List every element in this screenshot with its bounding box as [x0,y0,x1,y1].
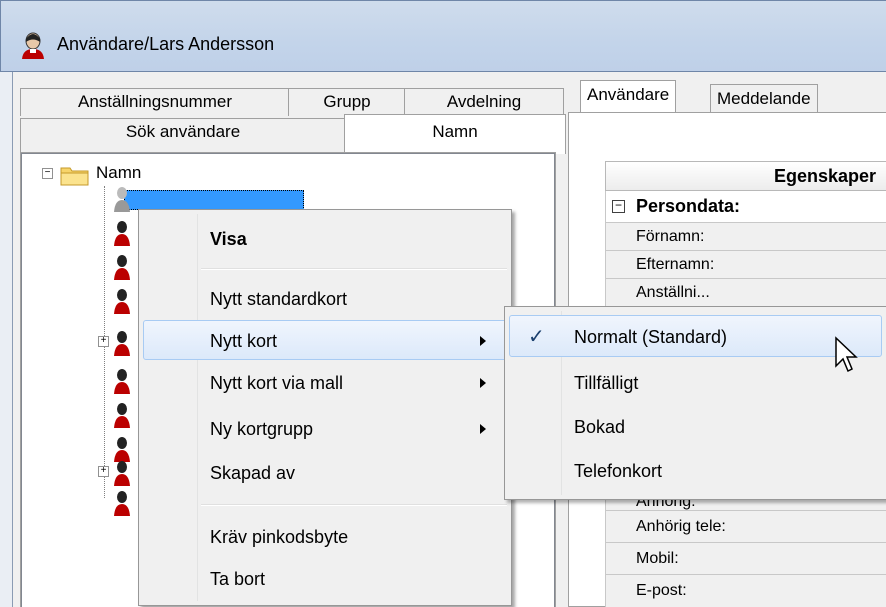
submenu-item-telefonkort[interactable]: Telefonkort [509,449,882,491]
group-label: Persondata: [636,196,741,216]
menu-item-ta-bort[interactable]: Ta bort [143,558,507,598]
tab-label: Meddelande [717,89,811,108]
menu-item-nytt-kort-via-mall[interactable]: Nytt kort via mall [143,362,507,402]
tab-label: Avdelning [446,92,522,111]
collapse-toggle[interactable]: − [42,168,53,179]
expand-toggle[interactable]: + [98,466,109,477]
tab-label: Användare [587,85,670,104]
menu-item-label: Ny kortgrupp [210,419,314,439]
submenu-arrow-icon [480,378,486,388]
check-icon: ✓ [528,326,545,348]
menu-item-label: Visa [210,229,247,249]
submenu-item-bokad[interactable]: Bokad [509,405,882,447]
user-icon [114,289,130,314]
tab-meddelande[interactable]: Meddelande [710,84,818,114]
menu-item-label: Normalt (Standard) [574,327,728,347]
user-icon [114,403,130,428]
property-row[interactable]: Mobil: [605,543,886,575]
menu-separator [201,504,507,506]
tab-grupp[interactable]: Grupp [288,88,406,116]
menu-item-label: Kräv pinkodsbyte [210,527,349,547]
tab-anvandare[interactable]: Användare [580,80,677,114]
menu-separator [201,268,507,270]
mouse-cursor-icon [835,336,858,373]
properties-header: Egenskaper [605,161,886,191]
menu-item-label: Telefonkort [574,461,663,481]
window-titlebar: Användare/Lars Andersson [0,0,886,72]
property-row[interactable]: E-post: [605,575,886,607]
selected-tree-item[interactable] [124,190,304,210]
tree-root-label[interactable]: Namn [96,163,141,183]
context-menu: Visa Nytt standardkort Nytt kort Nytt ko… [138,209,512,606]
submenu-item-tillfalligt[interactable]: Tillfälligt [509,361,882,403]
menu-item-label: Ta bort [210,569,266,589]
tab-label: Grupp [323,92,371,111]
toggle-symbol: + [100,335,107,346]
user-icon [114,369,130,394]
user-icon [22,32,44,59]
menu-item-krav-pinkodsbyte[interactable]: Kräv pinkodsbyte [143,516,507,556]
window-title: Användare/Lars Andersson [57,34,275,54]
tab-label: Namn [432,122,478,141]
expand-toggle[interactable]: + [98,336,109,347]
property-row[interactable]: Efternamn: [605,251,886,279]
menu-item-skapad-av[interactable]: Skapad av [143,452,507,492]
submenu-nytt-kort: ✓ Normalt (Standard) Tillfälligt Bokad T… [504,306,886,500]
tab-sok-anvandare[interactable]: Sök användare [20,118,346,152]
submenu-arrow-icon [480,336,486,346]
menu-item-nytt-standardkort[interactable]: Nytt standardkort [143,278,507,318]
submenu-item-normalt[interactable]: ✓ Normalt (Standard) [509,315,882,357]
user-icon [114,221,130,246]
menu-item-label: Nytt kort [210,331,278,351]
menu-item-label: Tillfälligt [574,373,639,393]
menu-item-visa[interactable]: Visa [143,218,507,258]
menu-item-nytt-kort[interactable]: Nytt kort [143,320,507,360]
menu-item-label: Nytt kort via mall [210,373,344,393]
user-icon [114,255,130,280]
user-icon [114,491,130,516]
tab-namn[interactable]: Namn [344,114,566,154]
user-icon-disabled [114,187,130,212]
property-row[interactable]: Anställni... [605,279,886,307]
collapse-toggle[interactable]: − [612,199,625,213]
toggle-symbol: − [44,167,51,178]
group-persondata[interactable]: − Persondata: [605,191,886,223]
menu-item-label: Bokad [574,417,626,437]
property-row[interactable]: Anhörig tele: [605,511,886,543]
folder-icon [60,167,89,186]
tab-anstallningsnummer[interactable]: Anställningsnummer [20,88,290,116]
property-row[interactable]: Förnamn: [605,223,886,251]
tab-label: Sök användare [125,122,241,141]
menu-item-label: Nytt standardkort [210,289,348,309]
tab-label: Anställningsnummer [77,92,232,111]
menu-item-ny-kortgrupp[interactable]: Ny kortgrupp [143,408,507,448]
tab-avdelning[interactable]: Avdelning [404,88,564,116]
menu-item-label: Skapad av [210,463,296,483]
user-icon [114,331,130,356]
submenu-arrow-icon [480,424,486,434]
toggle-symbol: + [100,465,107,476]
user-icon [114,461,130,486]
